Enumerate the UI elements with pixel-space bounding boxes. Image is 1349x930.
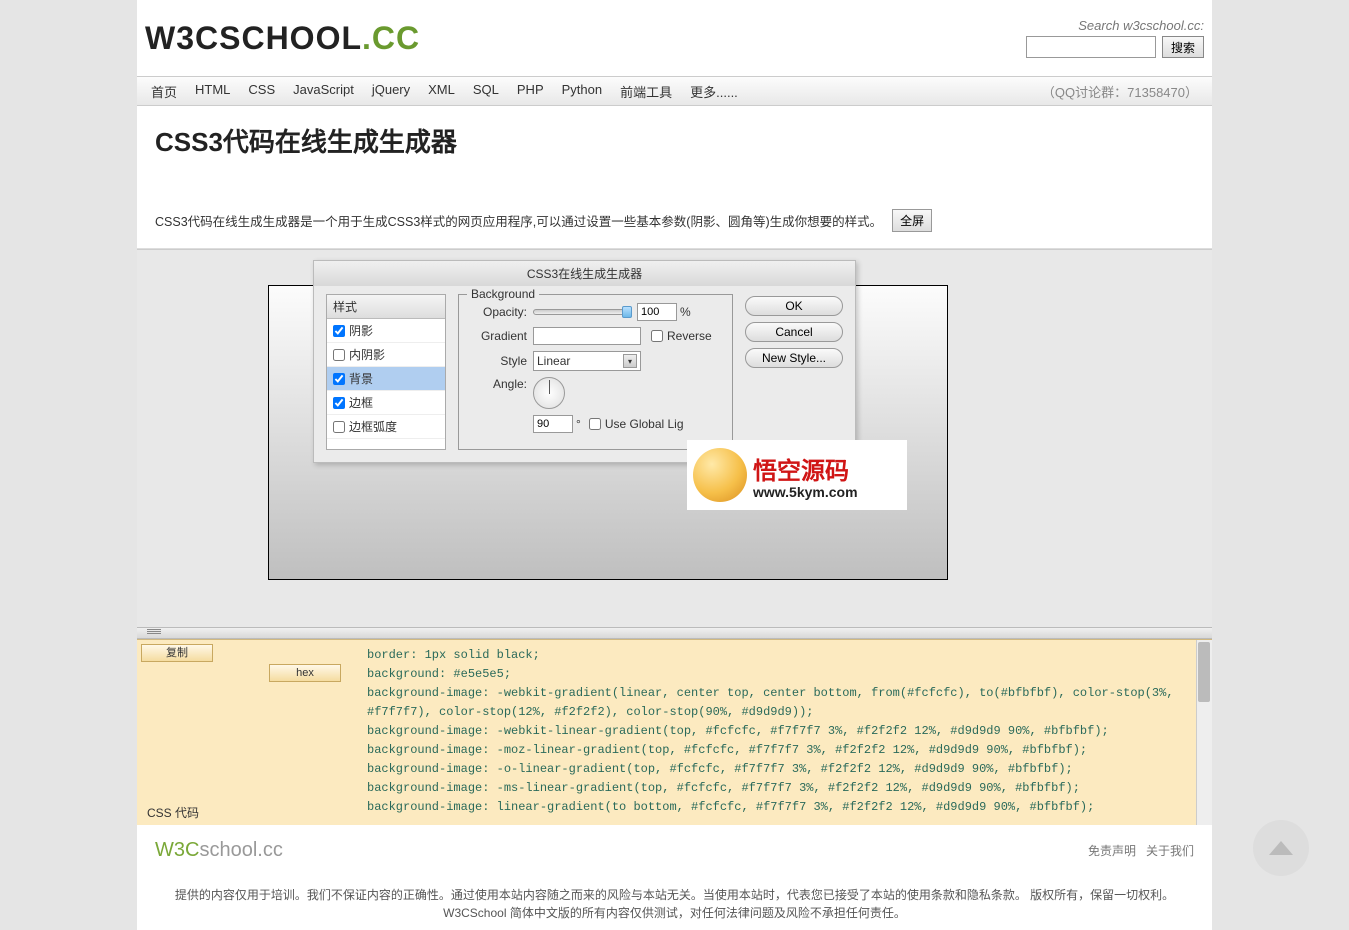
style-item[interactable]: 内阴影 bbox=[327, 343, 445, 367]
nav-item[interactable]: HTML bbox=[195, 82, 230, 101]
footer-link[interactable]: 关于我们 bbox=[1146, 844, 1194, 858]
code-output[interactable]: border: 1px solid black;background: #e5e… bbox=[347, 640, 1212, 825]
angle-input[interactable] bbox=[533, 415, 573, 433]
page-desc: CSS3代码在线生成生成器是一个用于生成CSS3样式的网页应用程序,可以通过设置… bbox=[155, 211, 882, 230]
opacity-slider[interactable] bbox=[533, 309, 631, 315]
nav-item[interactable]: PHP bbox=[517, 82, 544, 101]
css-label: CSS 代码 bbox=[147, 804, 347, 821]
style-checkbox[interactable] bbox=[333, 421, 345, 433]
footer-logo[interactable]: W3Cschool.cc bbox=[155, 839, 283, 862]
style-list-header: 样式 bbox=[327, 295, 445, 319]
code-area: 复制 hex CSS 代码 border: 1px solid black;ba… bbox=[137, 639, 1212, 825]
qq-group: （QQ讨论群：71358470） bbox=[1042, 82, 1198, 101]
watermark-title: 悟空源码 bbox=[753, 451, 858, 486]
scrollbar-vertical[interactable] bbox=[1196, 640, 1212, 825]
nav-item[interactable]: SQL bbox=[473, 82, 499, 101]
footer-link[interactable]: 免责声明 bbox=[1088, 844, 1136, 858]
nav-item[interactable]: 首页 bbox=[151, 82, 177, 101]
cancel-button[interactable]: Cancel bbox=[745, 322, 843, 342]
style-list: 样式 阴影内阴影背景边框边框弧度 bbox=[326, 294, 446, 450]
opacity-unit: % bbox=[680, 305, 691, 319]
footer-text-1: 提供的内容仅用于培训。我们不保证内容的正确性。通过使用本站内容随之而来的风险与本… bbox=[155, 886, 1194, 904]
hex-button[interactable]: hex bbox=[269, 664, 341, 682]
style-checkbox[interactable] bbox=[333, 373, 345, 385]
code-line: background-image: -webkit-gradient(linea… bbox=[347, 684, 1212, 722]
code-line: background-image: -webkit-linear-gradien… bbox=[347, 722, 1212, 741]
gradient-label: Gradient bbox=[469, 329, 527, 343]
style-item-label: 阴影 bbox=[349, 322, 373, 339]
tool-area: CSS3在线生成生成器 样式 阴影内阴影背景边框边框弧度 Background … bbox=[137, 249, 1212, 627]
tool-title: CSS3在线生成生成器 bbox=[314, 261, 855, 286]
search-button[interactable]: 搜索 bbox=[1162, 36, 1204, 58]
style-item[interactable]: 边框 bbox=[327, 391, 445, 415]
hamburger-icon bbox=[147, 629, 161, 637]
scroll-top-button[interactable] bbox=[1253, 820, 1309, 876]
style-item[interactable]: 边框弧度 bbox=[327, 415, 445, 439]
style-item[interactable]: 阴影 bbox=[327, 319, 445, 343]
code-line: background: #e5e5e5; bbox=[347, 665, 1212, 684]
code-line: background-image: -moz-linear-gradient(t… bbox=[347, 741, 1212, 760]
style-checkbox[interactable] bbox=[333, 397, 345, 409]
style-item-label: 背景 bbox=[349, 370, 373, 387]
code-line: background-image: -o-linear-gradient(top… bbox=[347, 760, 1212, 779]
watermark-url: www.5kym.com bbox=[753, 484, 858, 500]
reverse-label: Reverse bbox=[667, 329, 712, 343]
style-label: Style bbox=[469, 354, 527, 368]
page-title: CSS3代码在线生成生成器 bbox=[155, 122, 1194, 159]
style-item[interactable]: 背景 bbox=[327, 367, 445, 391]
code-line: background-image: linear-gradient(to bot… bbox=[347, 798, 1212, 817]
nav-item[interactable]: JavaScript bbox=[293, 82, 354, 101]
angle-unit: ° bbox=[576, 417, 581, 431]
search-label: Search w3cschool.cc: bbox=[1026, 18, 1204, 33]
background-fieldset: Background Opacity: % Gradient Reverse bbox=[458, 294, 733, 450]
nav-item[interactable]: XML bbox=[428, 82, 455, 101]
nav-item[interactable]: CSS bbox=[248, 82, 275, 101]
nav-item[interactable]: jQuery bbox=[372, 82, 410, 101]
global-light-checkbox[interactable] bbox=[589, 418, 601, 430]
code-line: border: 1px solid black; bbox=[347, 646, 1212, 665]
global-light-label: Use Global Lig bbox=[605, 417, 684, 431]
nav-item[interactable]: Python bbox=[562, 82, 602, 101]
gradient-swatch[interactable] bbox=[533, 327, 641, 345]
scroll-thumb[interactable] bbox=[1198, 642, 1210, 702]
code-line: background-image: -ms-linear-gradient(to… bbox=[347, 779, 1212, 798]
search-area: Search w3cschool.cc: 搜索 bbox=[1026, 18, 1204, 58]
footer-text-2: W3CSchool 简体中文版的所有内容仅供测试，对任何法律问题及风险不承担任何… bbox=[155, 904, 1194, 922]
footer: W3Cschool.cc 免责声明关于我们 提供的内容仅用于培训。我们不保证内容… bbox=[137, 825, 1212, 930]
search-input[interactable] bbox=[1026, 36, 1156, 58]
ok-button[interactable]: OK bbox=[745, 296, 843, 316]
fieldset-legend: Background bbox=[467, 287, 539, 301]
tool-window: CSS3在线生成生成器 样式 阴影内阴影背景边框边框弧度 Background … bbox=[313, 260, 856, 463]
style-item-label: 内阴影 bbox=[349, 346, 385, 363]
style-item-label: 边框 bbox=[349, 394, 373, 411]
watermark: 悟空源码 www.5kym.com bbox=[687, 440, 907, 510]
opacity-label: Opacity: bbox=[469, 305, 527, 319]
style-checkbox[interactable] bbox=[333, 349, 345, 361]
nav-item[interactable]: 前端工具 bbox=[620, 82, 672, 101]
opacity-input[interactable] bbox=[637, 303, 677, 321]
reverse-checkbox[interactable] bbox=[651, 330, 663, 342]
new-style-button[interactable]: New Style... bbox=[745, 348, 843, 368]
nav-item[interactable]: 更多...... bbox=[690, 82, 738, 101]
chevron-down-icon: ▾ bbox=[623, 354, 637, 368]
main-nav: 首页 HTML CSS JavaScript jQuery XML SQL PHP Python… bbox=[137, 76, 1212, 106]
style-select[interactable]: Linear ▾ bbox=[533, 351, 641, 371]
monkey-icon bbox=[693, 448, 747, 502]
resize-handle[interactable] bbox=[137, 627, 1212, 639]
fullscreen-button[interactable]: 全屏 bbox=[892, 209, 932, 232]
copy-button[interactable]: 复制 bbox=[141, 644, 213, 662]
angle-label: Angle: bbox=[469, 377, 527, 391]
slider-thumb[interactable] bbox=[622, 306, 632, 318]
style-checkbox[interactable] bbox=[333, 325, 345, 337]
style-item-label: 边框弧度 bbox=[349, 418, 397, 435]
angle-dial[interactable] bbox=[533, 377, 565, 409]
site-logo[interactable]: W3CSCHOOL.CC bbox=[145, 20, 420, 57]
